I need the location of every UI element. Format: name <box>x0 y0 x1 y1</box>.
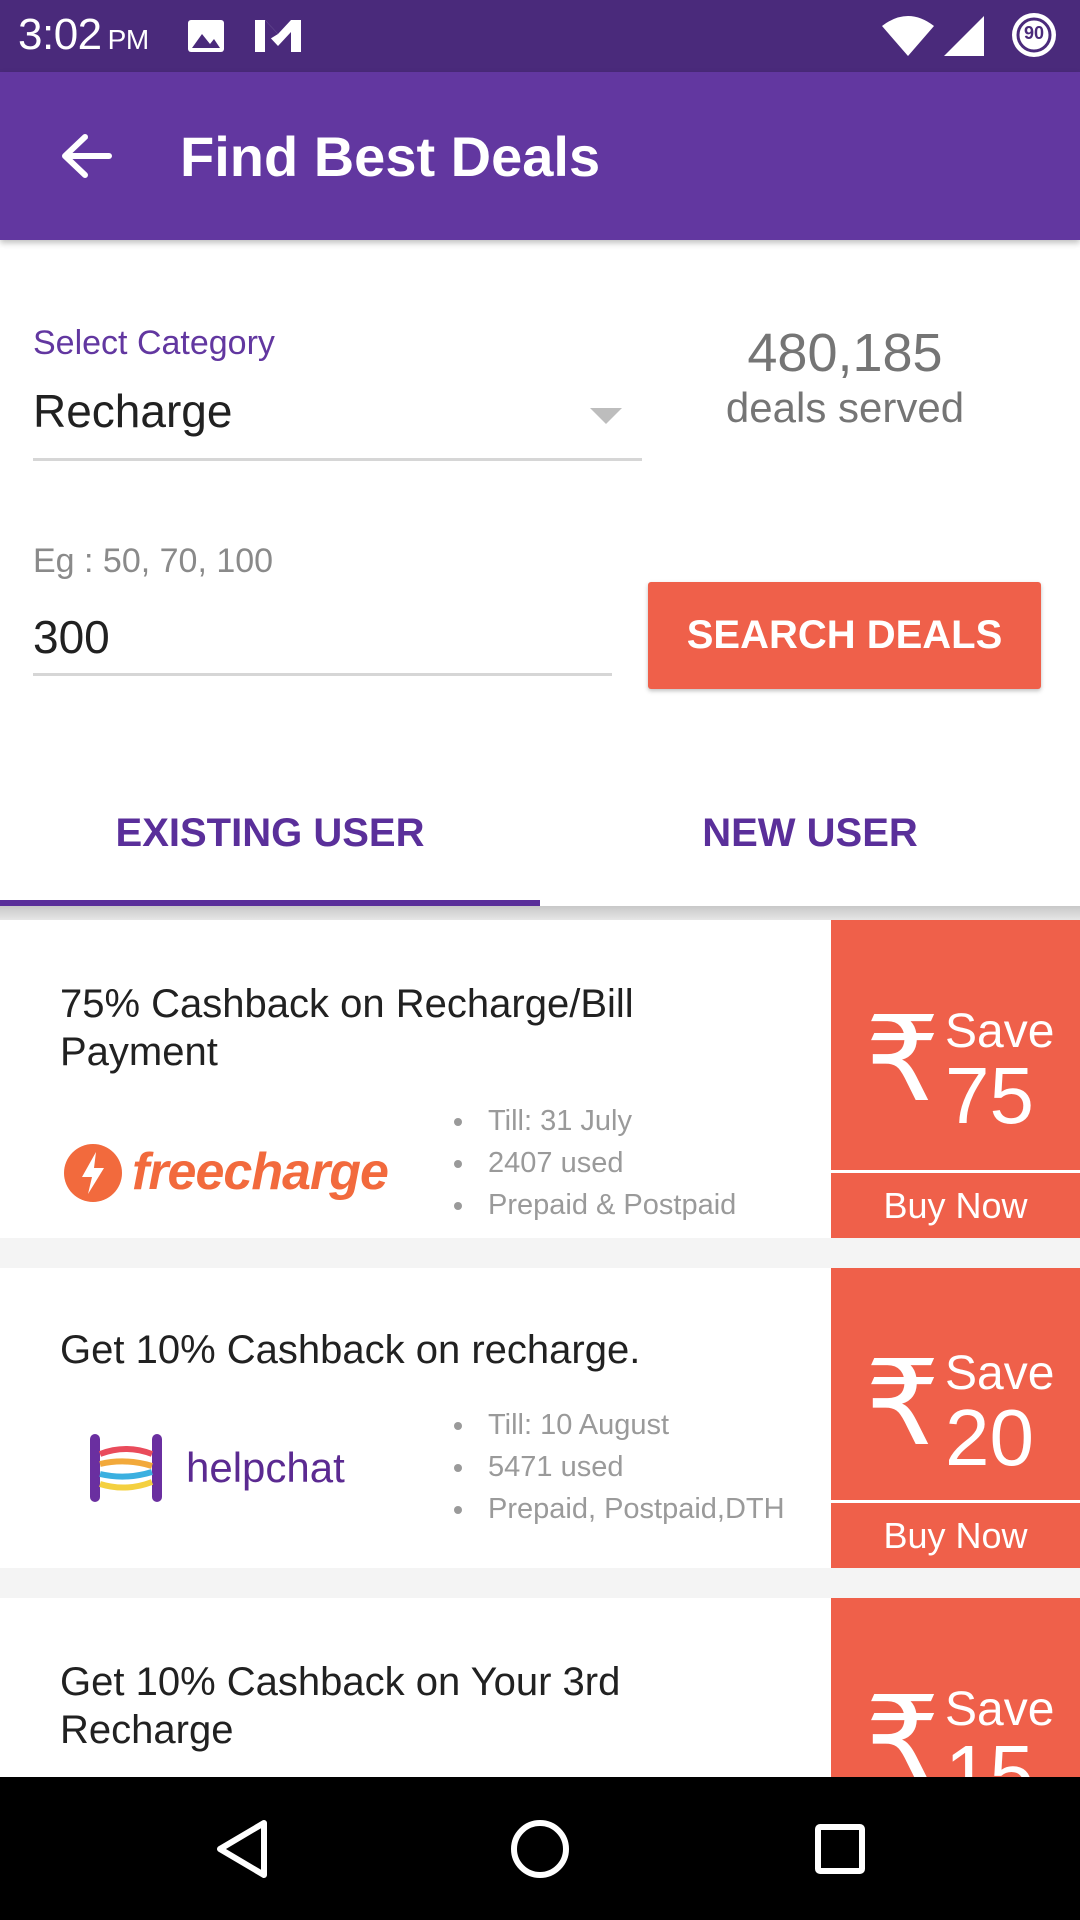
amount-underline <box>33 673 612 676</box>
battery-level: 90 <box>1023 23 1045 43</box>
recents-square-icon <box>815 1824 865 1874</box>
tab-new-user[interactable]: NEW USER <box>540 760 1080 906</box>
signal-icon <box>944 14 986 63</box>
status-time: 3:02 PM <box>18 10 149 59</box>
amount-input[interactable]: 300 <box>33 610 110 664</box>
deal-details: Till: 10 August 5471 used Prepaid, Postp… <box>454 1404 785 1530</box>
wifi-icon <box>880 14 936 63</box>
deal-applicability: Prepaid & Postpaid <box>453 1184 736 1226</box>
deals-list: 75% Cashback on Recharge/Bill Payment fr… <box>0 920 1080 1777</box>
helpchat-logo: helpchat <box>86 1426 386 1516</box>
save-box[interactable]: ₹ Save 15 <box>831 1598 1080 1777</box>
save-box[interactable]: ₹ Save 20 Buy Now <box>831 1268 1080 1568</box>
deal-details: Till: 31 July 2407 used Prepaid & Postpa… <box>453 1100 736 1226</box>
deal-card-third[interactable]: Get 10% Cashback on Your 3rd Recharge ₹ … <box>0 1598 1080 1777</box>
rupee-icon: ₹ <box>865 1670 941 1777</box>
deal-title: Get 10% Cashback on Your 3rd Recharge <box>60 1660 621 1752</box>
rupee-icon: ₹ <box>865 990 941 1128</box>
deal-card-freecharge[interactable]: 75% Cashback on Recharge/Bill Payment fr… <box>0 920 1080 1238</box>
deal-usage: 2407 used <box>453 1142 736 1184</box>
deal-title: 75% Cashback on Recharge/Bill Payment <box>60 982 634 1074</box>
buy-now-button[interactable]: Buy Now <box>831 1170 1080 1238</box>
image-icon <box>186 16 226 61</box>
freecharge-logo: freecharge <box>62 1140 392 1210</box>
category-underline <box>33 458 642 461</box>
dropdown-arrow-icon[interactable] <box>590 408 622 424</box>
arrow-left-icon <box>62 134 112 178</box>
gmail-icon <box>253 18 303 59</box>
deal-title: Get 10% Cashback on recharge. <box>60 1328 641 1372</box>
amount-hint: Eg : 50, 70, 100 <box>33 542 274 580</box>
system-nav-bar <box>0 1777 1080 1920</box>
battery-icon: 90 <box>1009 10 1059 65</box>
page-title: Find Best Deals <box>180 125 601 188</box>
rupee-icon: ₹ <box>865 1334 941 1472</box>
deals-served-label: deals served <box>725 384 965 431</box>
nav-home-button[interactable] <box>498 1807 582 1891</box>
deal-usage: 5471 used <box>454 1446 785 1488</box>
deal-expiry: Till: 31 July <box>453 1100 736 1142</box>
deal-expiry: Till: 10 August <box>454 1404 785 1446</box>
deal-applicability: Prepaid, Postpaid,DTH <box>454 1488 785 1530</box>
category-label: Select Category <box>33 324 275 362</box>
back-triangle-icon <box>217 1820 267 1878</box>
search-deals-button[interactable]: SEARCH DEALS <box>648 582 1041 689</box>
nav-back-button[interactable] <box>200 1807 284 1891</box>
home-circle-icon <box>511 1820 569 1878</box>
app-bar: Find Best Deals <box>0 72 1080 240</box>
nav-recents-button[interactable] <box>798 1807 882 1891</box>
save-amount: 75 <box>945 1051 1034 1140</box>
status-bar: 3:02 PM 90 <box>0 0 1080 72</box>
deal-card-helpchat[interactable]: Get 10% Cashback on recharge. helpchat T… <box>0 1268 1080 1568</box>
save-box[interactable]: ₹ Save 75 Buy Now <box>831 920 1080 1238</box>
back-button[interactable] <box>46 120 126 192</box>
user-tabs: EXISTING USER NEW USER <box>0 760 1080 906</box>
save-amount: 15 <box>945 1729 1034 1778</box>
tab-existing-user[interactable]: EXISTING USER <box>0 760 540 906</box>
buy-now-button[interactable]: Buy Now <box>831 1500 1080 1568</box>
save-amount: 20 <box>945 1393 1034 1482</box>
category-select[interactable]: Recharge <box>33 384 232 438</box>
deals-served-count: 480,185 <box>747 323 943 383</box>
tabs-shadow <box>0 906 1080 920</box>
